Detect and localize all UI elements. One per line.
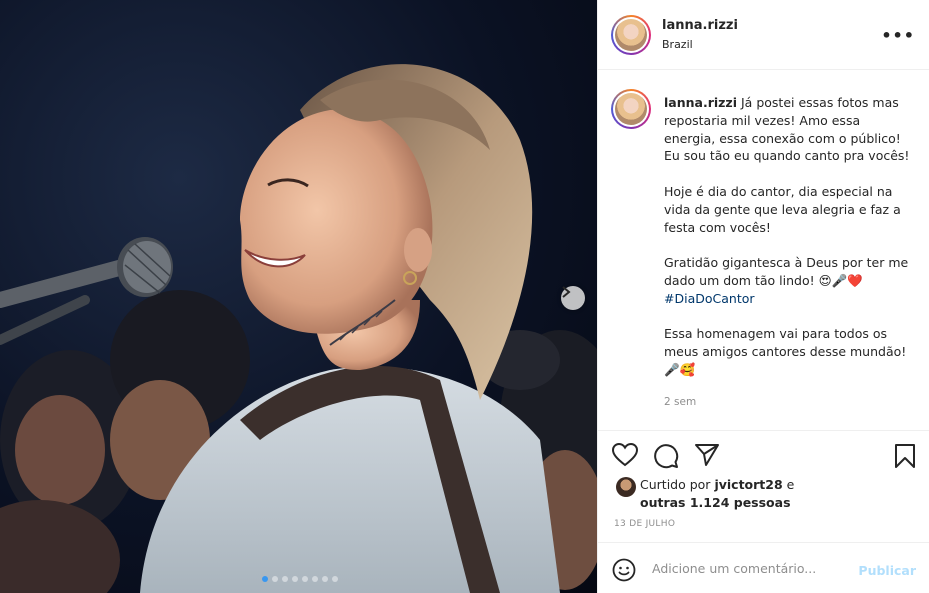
post-header: lanna.rizzi Brazil ••• xyxy=(598,0,929,70)
comment-icon[interactable] xyxy=(653,443,679,473)
carousel-dot xyxy=(322,576,328,582)
liker-username[interactable]: jvictort28 xyxy=(714,477,782,492)
hashtag-link[interactable]: #DiaDoCantor xyxy=(664,291,755,306)
caption-username[interactable]: lanna.rizzi xyxy=(664,95,737,110)
carousel-dot xyxy=(312,576,318,582)
publish-button[interactable]: Publicar xyxy=(858,563,916,578)
caption-paragraph: Gratidão gigantesca à Deus por ter me da… xyxy=(664,255,909,306)
bookmark-icon[interactable] xyxy=(894,443,916,473)
photo-artwork xyxy=(0,64,597,593)
carousel-dot xyxy=(282,576,288,582)
liker-avatar[interactable] xyxy=(616,477,636,497)
next-photo-button[interactable] xyxy=(561,286,585,310)
likes-text: Curtido por jvictort28 e outras 1.124 pe… xyxy=(640,477,795,510)
caption-avatar[interactable] xyxy=(611,89,651,129)
caption-paragraph: Essa homenagem vai para todos os meus am… xyxy=(664,326,907,377)
share-icon[interactable] xyxy=(694,443,720,471)
caption-paragraph: Hoje é dia do cantor, dia especial na vi… xyxy=(664,183,901,235)
carousel-dot xyxy=(302,576,308,582)
carousel-dot xyxy=(262,576,268,582)
add-comment-bar: Publicar xyxy=(598,542,929,593)
post-photo[interactable] xyxy=(0,0,597,593)
action-bar xyxy=(598,430,929,480)
caption: lanna.rizzi Já postei essas fotos mas rep… xyxy=(664,94,914,397)
heart-icon[interactable] xyxy=(611,442,639,471)
carousel-dot xyxy=(332,576,338,582)
caption-paragraph: lanna.rizzi Já postei essas fotos mas rep… xyxy=(664,95,910,164)
comment-input[interactable] xyxy=(652,557,852,579)
more-options-button[interactable]: ••• xyxy=(881,26,915,45)
post-date[interactable]: 13 DE JULHO xyxy=(614,519,675,529)
likes-summary: Curtido por jvictort28 e outras 1.124 pe… xyxy=(616,476,916,516)
post-side-panel: lanna.rizzi Brazil ••• lanna.rizzi Já pos… xyxy=(597,0,929,593)
smiley-icon[interactable] xyxy=(612,558,636,586)
header-location[interactable]: Brazil xyxy=(662,38,693,51)
likes-count[interactable]: outras 1.124 pessoas xyxy=(640,495,791,510)
carousel-dot xyxy=(292,576,298,582)
carousel-dot xyxy=(272,576,278,582)
caption-time-ago: 2 sem xyxy=(664,396,697,408)
avatar[interactable] xyxy=(611,15,651,55)
carousel-indicator xyxy=(262,576,338,582)
comments-area: lanna.rizzi Já postei essas fotos mas rep… xyxy=(598,70,929,430)
header-username[interactable]: lanna.rizzi xyxy=(662,18,738,33)
